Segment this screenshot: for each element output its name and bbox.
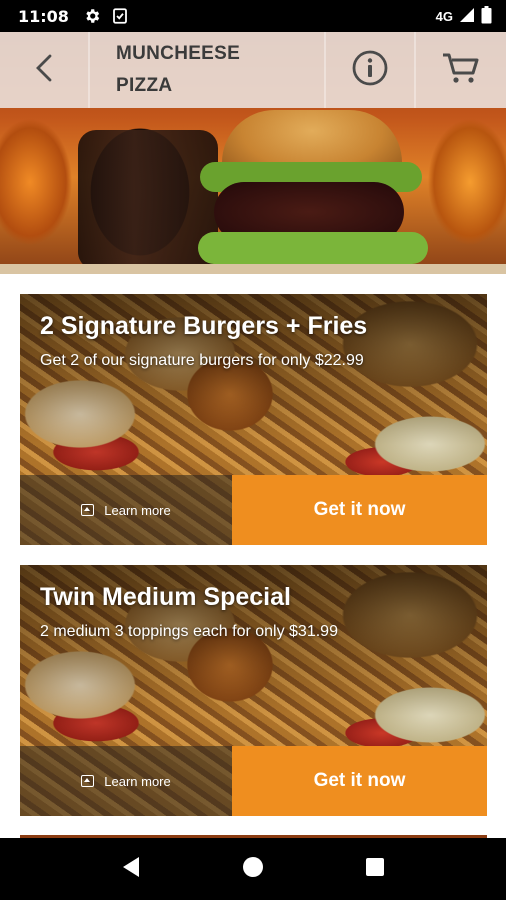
- toolbar-title-tile: MUNCHEESE PIZZA: [90, 32, 326, 108]
- learn-more-label: Learn more: [104, 773, 171, 789]
- app-screen: MUNCHEESE PIZZA 2 Signature Burgers + Fr…: [0, 32, 506, 838]
- expand-icon: [81, 504, 95, 516]
- back-triangle-icon: [121, 856, 141, 883]
- offer-card[interactable]: 2 Signature Burgers + Fries Get 2 of our…: [20, 294, 487, 545]
- network-label: 4G: [435, 8, 453, 24]
- hero-mug: [78, 130, 218, 270]
- hero-burger-image: MUNCHEESE PIZZA: [0, 32, 506, 274]
- status-time: 11:08: [18, 6, 69, 26]
- restaurant-title: MUNCHEESE PIZZA: [116, 43, 241, 96]
- info-icon: [351, 49, 389, 92]
- hero-table: [0, 264, 506, 274]
- nav-back-button[interactable]: [111, 849, 151, 889]
- hero-lettuce-bottom: [198, 232, 428, 264]
- learn-more-button[interactable]: Learn more: [20, 746, 232, 816]
- learn-more-button[interactable]: Learn more: [20, 475, 232, 545]
- recents-square-icon: [365, 857, 385, 882]
- info-button[interactable]: [326, 32, 416, 108]
- offer-description: Get 2 of our signature burgers for only …: [40, 352, 364, 369]
- nav-home-button[interactable]: [233, 849, 273, 889]
- navigation-bar: [0, 838, 506, 900]
- get-it-now-button[interactable]: Get it now: [232, 746, 487, 816]
- get-it-now-button[interactable]: Get it now: [232, 475, 487, 545]
- offer-title: 2 Signature Burgers + Fries: [40, 312, 368, 340]
- back-button[interactable]: [0, 32, 90, 108]
- offer-title: Twin Medium Special: [40, 583, 291, 611]
- status-bar: 11:08 4G: [0, 0, 506, 32]
- offer-card[interactable]: Twin Medium Special 2 medium 3 toppings …: [20, 565, 487, 816]
- settings-icon: [83, 7, 101, 25]
- back-arrow-icon: [33, 53, 55, 88]
- offer-description: 2 medium 3 toppings each for only $31.99: [40, 623, 338, 640]
- nav-recents-button[interactable]: [355, 849, 395, 889]
- clipboard-icon: [111, 7, 129, 25]
- learn-more-label: Learn more: [104, 502, 171, 518]
- cart-button[interactable]: [416, 32, 506, 108]
- cart-icon: [441, 51, 481, 90]
- top-toolbar: MUNCHEESE PIZZA: [0, 32, 506, 108]
- expand-icon: [81, 775, 95, 787]
- signal-icon: [459, 7, 475, 26]
- battery-icon: [481, 5, 492, 27]
- home-circle-icon: [242, 856, 264, 883]
